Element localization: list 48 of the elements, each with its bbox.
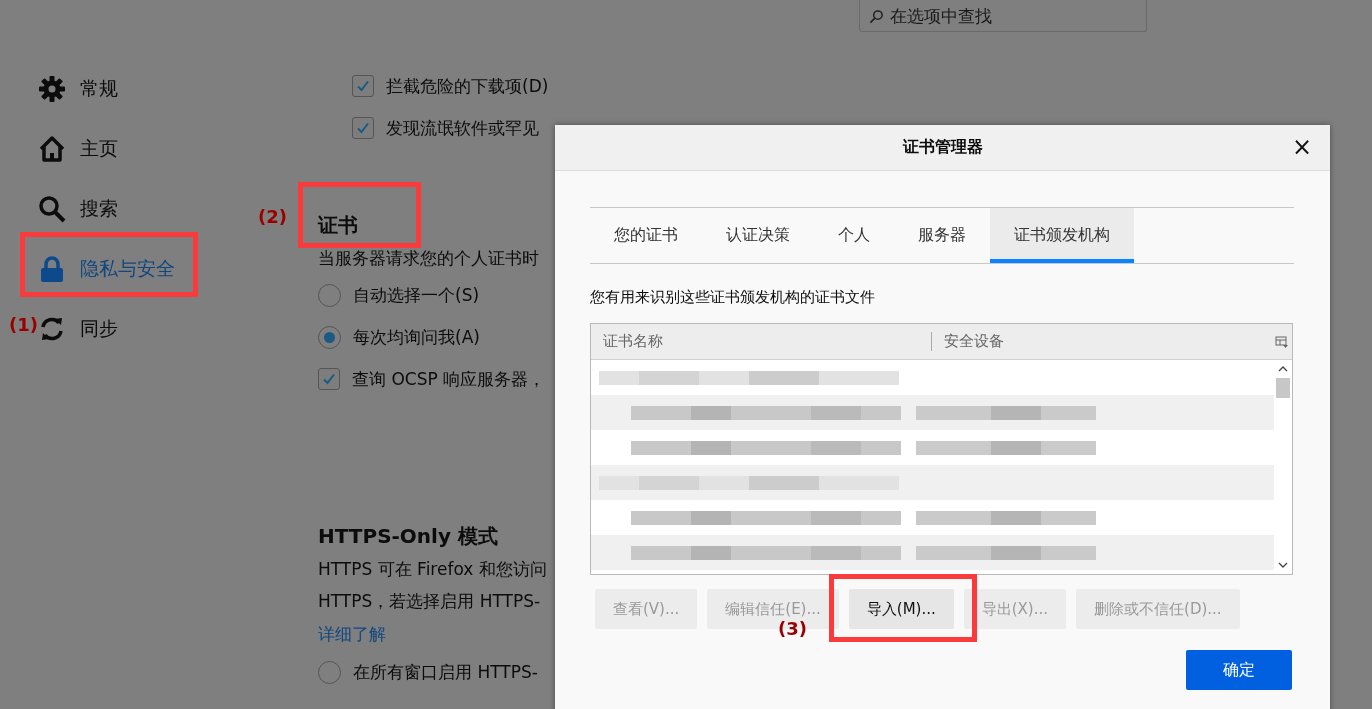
caret-down-icon[interactable] — [1278, 562, 1288, 568]
lock-icon — [38, 255, 66, 283]
tab[interactable]: 证书颁发机构 — [990, 208, 1134, 263]
section-heading: HTTPS-Only 模式 — [318, 522, 499, 550]
radio-label: 每次均询问我(A) — [353, 325, 480, 349]
sidebar-item[interactable]: 常规 — [38, 59, 118, 119]
search-icon — [869, 9, 884, 24]
dialog-button[interactable]: 导入(M)... — [848, 589, 954, 629]
caret-up-icon[interactable] — [1278, 366, 1288, 372]
checkbox[interactable] — [352, 75, 374, 97]
checkbox[interactable] — [318, 368, 340, 390]
table-row[interactable] — [591, 395, 1274, 430]
radio-label: 自动选择一个(S) — [353, 283, 480, 307]
table-row[interactable] — [591, 465, 1274, 500]
sidebar-item[interactable]: 搜索 — [38, 179, 118, 239]
sidebar-item[interactable]: 同步 — [38, 299, 118, 359]
annotation-label: (2) — [258, 206, 287, 227]
tab[interactable]: 您的证书 — [590, 208, 702, 263]
ok-button[interactable]: 确定 — [1186, 650, 1292, 690]
column-header[interactable]: 证书名称 — [591, 332, 932, 351]
tab[interactable]: 认证决策 — [702, 208, 814, 263]
tab[interactable]: 个人 — [814, 208, 894, 263]
check-icon — [355, 78, 371, 94]
search-field[interactable]: 在选项中查找 — [859, 0, 1147, 32]
tab[interactable]: 服务器 — [894, 208, 990, 263]
description-text: HTTPS，若选择启用 HTTPS- — [318, 590, 542, 613]
dialog-title: 证书管理器 — [902, 137, 983, 158]
close-button[interactable]: × — [1287, 134, 1316, 160]
annotation-label: (1) — [9, 314, 38, 335]
home-icon — [38, 135, 66, 163]
column-picker-icon[interactable] — [1275, 334, 1289, 349]
scrollbar-thumb[interactable] — [1276, 378, 1290, 398]
column-header[interactable]: 安全设备 — [932, 332, 1275, 351]
description-text: 当服务器请求您的个人证书时 — [318, 247, 540, 270]
gear-icon — [38, 75, 66, 103]
sync-icon — [38, 315, 66, 343]
checkbox[interactable] — [352, 117, 374, 139]
checkbox-label: 拦截危险的下载项(D) — [386, 74, 549, 98]
search-icon — [38, 195, 66, 223]
description-text: HTTPS 可在 Firefox 和您访问 — [318, 558, 548, 581]
section-heading: 证书 — [318, 211, 359, 239]
description-text: 您有用来识别这些证书颁发机构的证书文件 — [590, 288, 876, 308]
checkbox-label: 查询 OCSP 响应服务器， — [352, 367, 546, 391]
check-icon — [355, 120, 371, 136]
check-icon — [321, 371, 337, 387]
radio-label: 在所有窗口启用 HTTPS- — [353, 660, 538, 684]
checkbox-label: 发现流氓软件或罕见 — [386, 116, 539, 140]
sidebar-item[interactable]: 主页 — [38, 119, 118, 179]
